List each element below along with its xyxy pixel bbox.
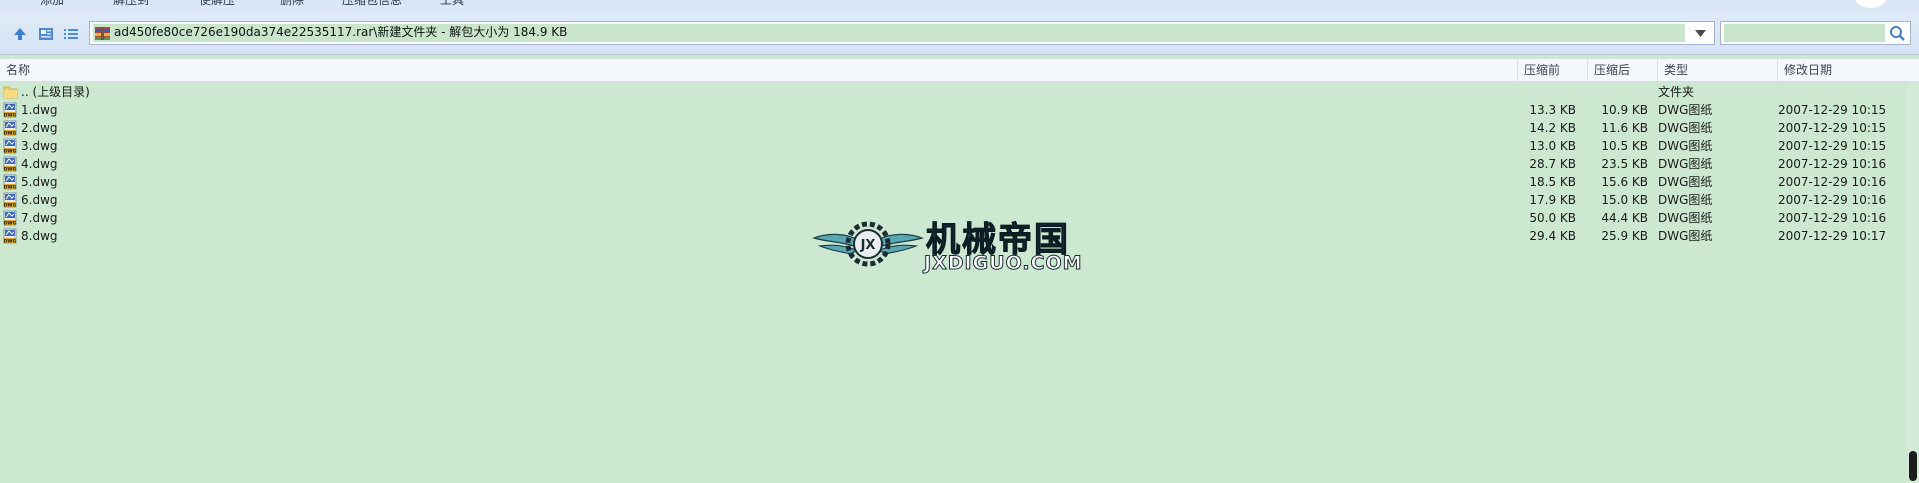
- file-size: 15.6 KB: [1601, 175, 1648, 189]
- file-type: DWG图纸: [1658, 175, 1713, 189]
- svg-text:DWG: DWG: [4, 184, 17, 190]
- dwg-file-icon: DWG: [3, 102, 18, 118]
- watermark-logo: JX 机械帝国 JXDIGUO.COM: [810, 210, 1106, 276]
- svg-text:DWG: DWG: [4, 112, 17, 118]
- thumbnail-view-icon[interactable]: [37, 25, 55, 43]
- file-size: 23.5 KB: [1601, 157, 1648, 171]
- file-name: 5.dwg: [21, 175, 58, 189]
- file-type: DWG图纸: [1658, 229, 1713, 243]
- dwg-file-icon: DWG: [3, 120, 18, 136]
- file-type: DWG图纸: [1658, 103, 1713, 117]
- svg-text:DWG: DWG: [4, 202, 17, 208]
- rar-archive-icon: [95, 25, 110, 40]
- column-header: 名称 压缩前 压缩后 类型 修改日期: [0, 59, 1919, 82]
- list-item[interactable]: DWG 5.dwg 18.5 KB 15.6 KB DWG图纸 2007-12-29 10…: [0, 173, 1900, 191]
- file-size: 15.0 KB: [1601, 193, 1648, 207]
- file-type: DWG图纸: [1658, 157, 1713, 171]
- file-type: DWG图纸: [1658, 211, 1713, 225]
- dwg-file-icon: DWG: [3, 192, 18, 208]
- ribbon-add-button[interactable]: 添加: [40, 0, 64, 8]
- file-type: DWG图纸: [1658, 121, 1713, 135]
- file-name: 2.dwg: [21, 121, 58, 135]
- list-view-icon[interactable]: [62, 25, 80, 43]
- svg-text:DWG: DWG: [4, 166, 17, 172]
- watermark-en-text: JXDIGUO.COM: [924, 252, 1083, 275]
- list-item[interactable]: .. (上级目录) 文件夹: [0, 83, 1900, 101]
- file-size: 10.9 KB: [1601, 103, 1648, 117]
- search-selection: [1724, 24, 1885, 42]
- ribbon-collapse-handle[interactable]: [1855, 0, 1887, 8]
- up-arrow-icon[interactable]: [11, 25, 29, 43]
- file-date: 2007-12-29 10:17: [1778, 229, 1887, 243]
- ribbon-archive-info-button[interactable]: 压缩包信息: [342, 0, 402, 8]
- file-size: 44.4 KB: [1601, 211, 1648, 225]
- svg-text:JX: JX: [860, 238, 876, 253]
- vertical-scrollbar[interactable]: [1907, 82, 1919, 483]
- folder-icon: [3, 84, 18, 100]
- file-date: 2007-12-29 10:15: [1778, 121, 1887, 135]
- file-date: 2007-12-29 10:16: [1778, 211, 1887, 225]
- file-date: 2007-12-29 10:15: [1778, 139, 1887, 153]
- dwg-file-icon: DWG: [3, 174, 18, 190]
- ribbon-toolbar: 添加 解压到 使解压 删除 压缩包信息 工具: [0, 0, 1919, 14]
- ribbon-tools-button[interactable]: 工具: [440, 0, 464, 8]
- column-date-header[interactable]: 修改日期: [1777, 59, 1907, 82]
- dwg-file-icon: DWG: [3, 156, 18, 172]
- file-name: 6.dwg: [21, 193, 58, 207]
- ribbon-delete-button[interactable]: 删除: [280, 0, 304, 8]
- svg-text:DWG: DWG: [4, 238, 17, 244]
- file-type: DWG图纸: [1658, 139, 1713, 153]
- file-type: 文件夹: [1658, 85, 1695, 99]
- address-row: ad450fe80ce726e190da374e22535117.rar\新建文…: [0, 14, 1919, 55]
- svg-text:DWG: DWG: [4, 130, 17, 136]
- ribbon-quick-extract-button[interactable]: 使解压: [199, 0, 235, 8]
- file-name: 8.dwg: [21, 229, 58, 243]
- list-item[interactable]: DWG 2.dwg 14.2 KB 11.6 KB DWG图纸 2007-12-29 10…: [0, 119, 1900, 137]
- file-date: 2007-12-29 10:16: [1778, 157, 1887, 171]
- chevron-down-icon[interactable]: [1686, 22, 1714, 44]
- dwg-file-icon: DWG: [3, 210, 18, 226]
- column-name-header[interactable]: 名称: [0, 59, 1517, 82]
- file-size: 10.5 KB: [1601, 139, 1648, 153]
- list-item[interactable]: DWG 6.dwg 17.9 KB 15.0 KB DWG图纸 2007-12-29 10…: [0, 191, 1900, 209]
- address-path-text: ad450fe80ce726e190da374e22535117.rar\新建文…: [114, 25, 568, 39]
- ribbon-extract-to-button[interactable]: 解压到: [113, 0, 149, 8]
- winged-gear-icon: JX: [812, 221, 924, 267]
- column-packed-header[interactable]: 压缩前: [1517, 59, 1587, 82]
- svg-text:DWG: DWG: [4, 220, 17, 226]
- svg-text:DWG: DWG: [4, 148, 17, 154]
- search-input[interactable]: [1720, 21, 1911, 45]
- file-date: 2007-12-29 10:16: [1778, 193, 1887, 207]
- search-icon[interactable]: [1889, 25, 1906, 42]
- list-item[interactable]: DWG 1.dwg 13.3 KB 10.9 KB DWG图纸 2007-12-29 10…: [0, 101, 1900, 119]
- file-name: 1.dwg: [21, 103, 58, 117]
- file-name: 7.dwg: [21, 211, 58, 225]
- column-type-header[interactable]: 类型: [1657, 59, 1777, 82]
- file-name: 3.dwg: [21, 139, 58, 153]
- file-size: 11.6 KB: [1601, 121, 1648, 135]
- column-size-header[interactable]: 压缩后: [1587, 59, 1657, 82]
- file-name: 4.dwg: [21, 157, 58, 171]
- address-bar[interactable]: ad450fe80ce726e190da374e22535117.rar\新建文…: [89, 21, 1715, 45]
- scrollbar-thumb[interactable]: [1909, 451, 1917, 481]
- file-size: 25.9 KB: [1601, 229, 1648, 243]
- file-date: 2007-12-29 10:15: [1778, 103, 1887, 117]
- list-item[interactable]: DWG 4.dwg 28.7 KB 23.5 KB DWG图纸 2007-12-29 10…: [0, 155, 1900, 173]
- file-name: .. (上级目录): [21, 85, 90, 99]
- file-type: DWG图纸: [1658, 193, 1713, 207]
- dwg-file-icon: DWG: [3, 228, 18, 244]
- list-item[interactable]: DWG 3.dwg 13.0 KB 10.5 KB DWG图纸 2007-12-29 10…: [0, 137, 1900, 155]
- dwg-file-icon: DWG: [3, 138, 18, 154]
- file-date: 2007-12-29 10:16: [1778, 175, 1887, 189]
